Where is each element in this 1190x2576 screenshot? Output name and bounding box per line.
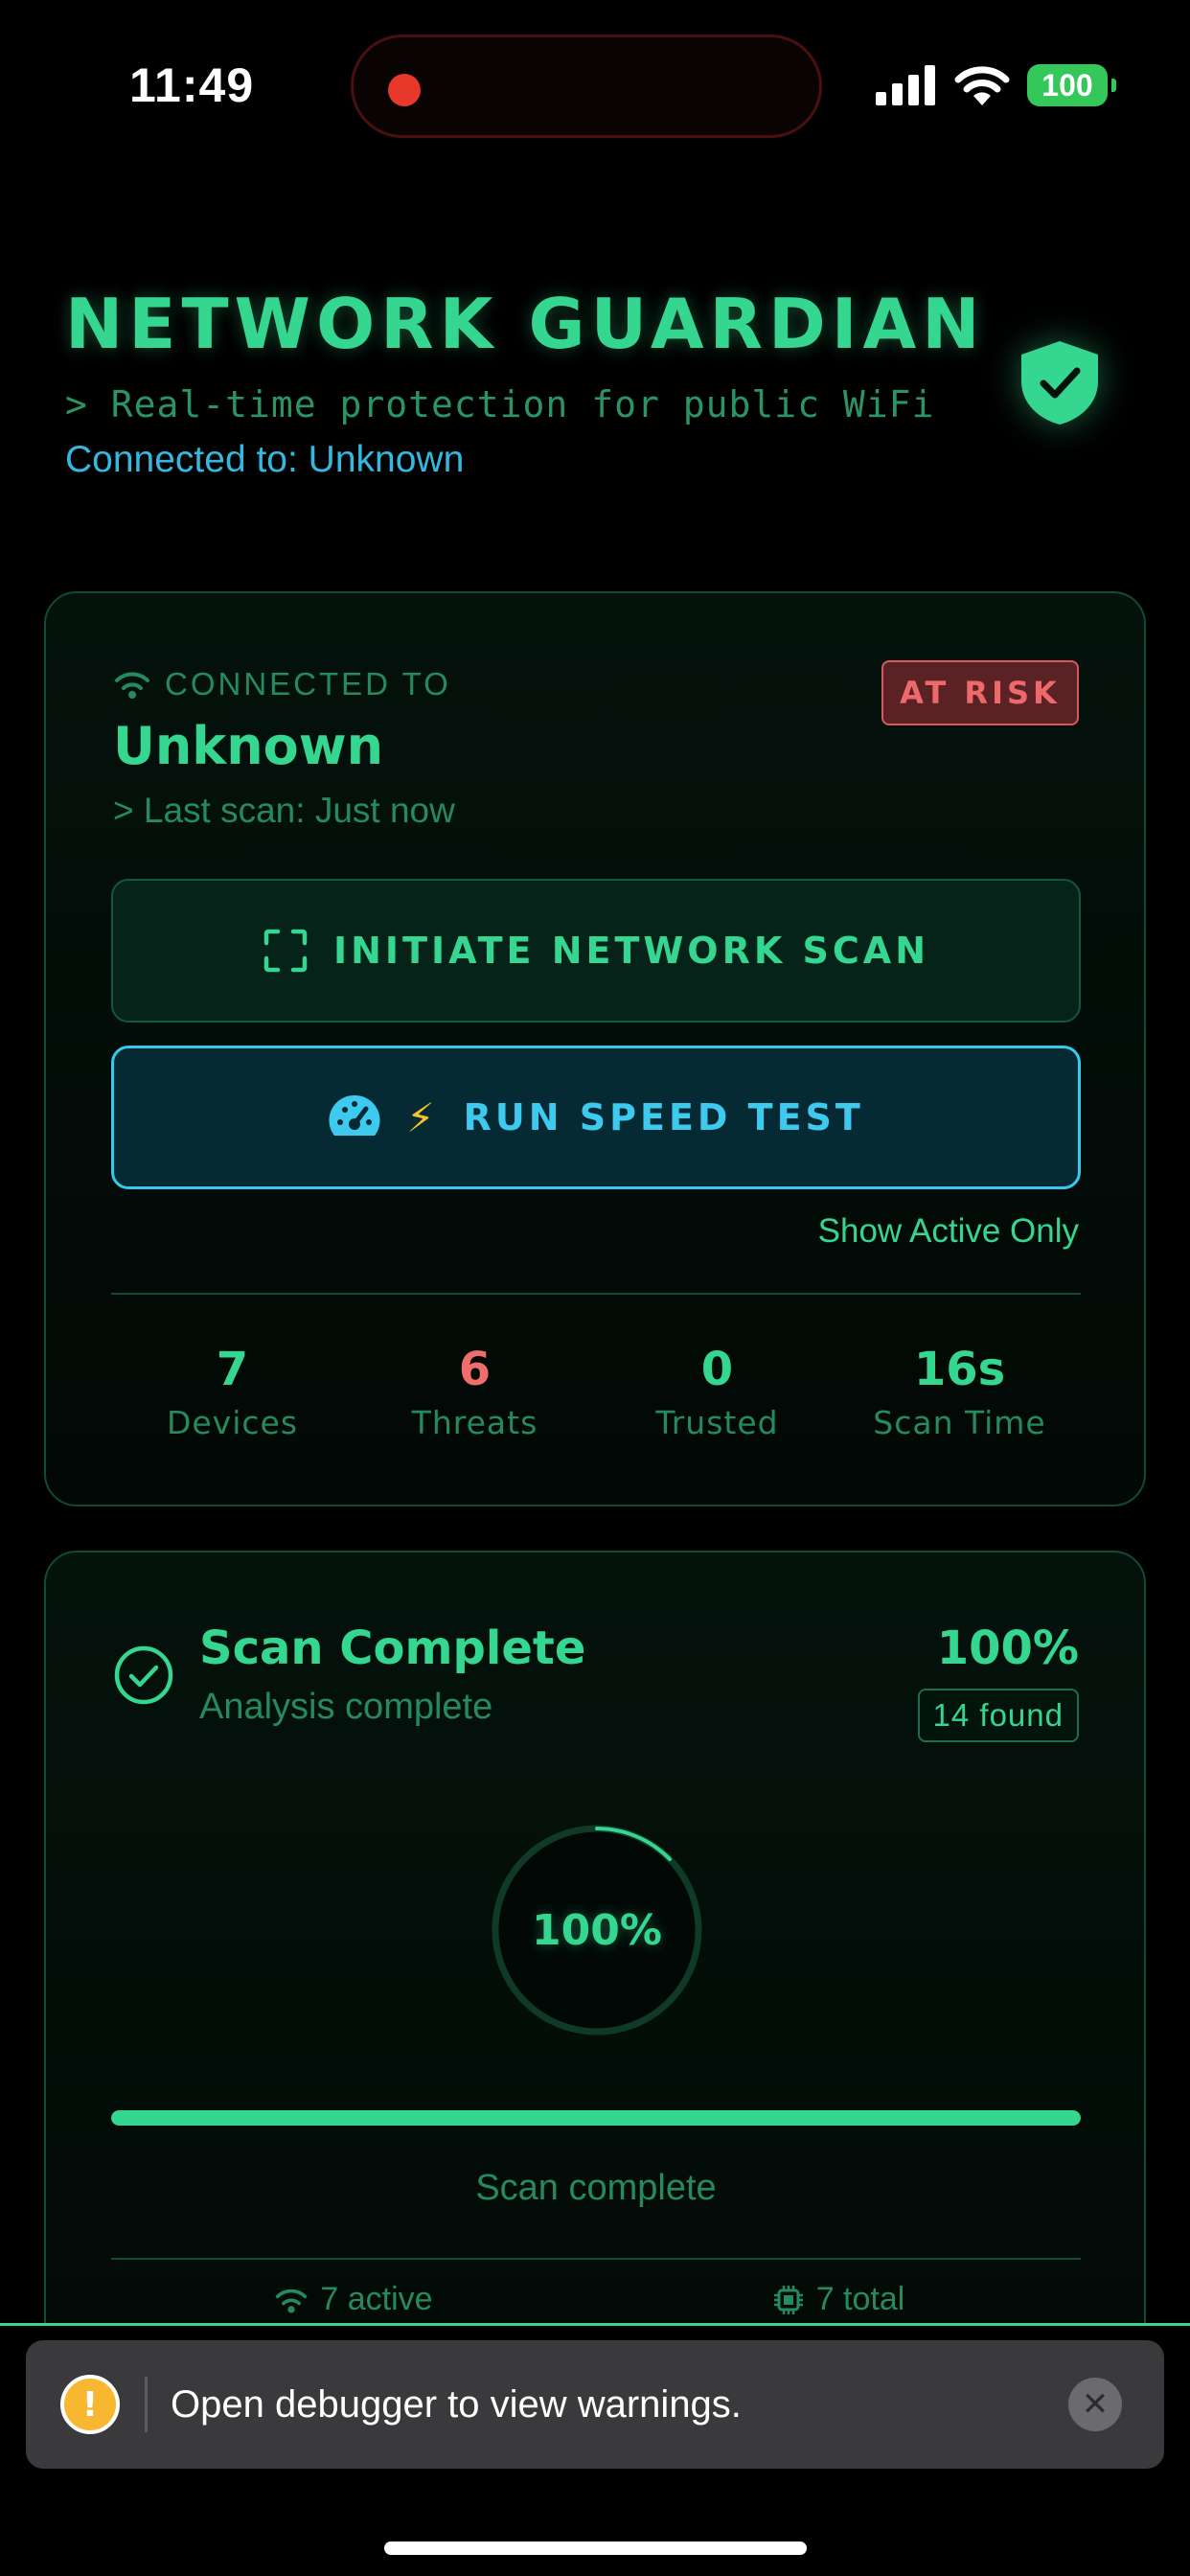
total-devices: 7 total (596, 2281, 1081, 2318)
stat-label: Scan Time (873, 1404, 1046, 1441)
stat-label: Threats (411, 1404, 538, 1441)
toast-message: Open debugger to view warnings. (171, 2382, 742, 2426)
warning-icon: ! (60, 2375, 120, 2434)
scan-footer-stats: 7 active 7 total (111, 2281, 1081, 2318)
app-subtitle: > Real-time protection for public WiFi (65, 383, 935, 426)
total-devices-text: 7 total (815, 2281, 905, 2317)
close-icon[interactable]: ✕ (1068, 2378, 1122, 2431)
chip-icon (773, 2285, 803, 2314)
scan-frame-icon (263, 929, 308, 973)
home-indicator[interactable] (384, 2542, 807, 2555)
lightning-icon: ⚡ (406, 1093, 439, 1141)
stat-value: 0 (700, 1343, 734, 1396)
initiate-scan-label: INITIATE NETWORK SCAN (332, 930, 929, 972)
app-title: NETWORK GUARDIAN (65, 284, 986, 364)
network-status-card: CONNECTED TO Unknown > Last scan: Just n… (44, 591, 1146, 1506)
connected-to-text: CONNECTED TO (165, 666, 451, 702)
wifi-icon (276, 2288, 308, 2312)
progress-ring-label: 100% (532, 1905, 662, 1955)
stat-value: 6 (458, 1343, 492, 1396)
found-count-badge: 14 found (917, 1689, 1079, 1742)
speed-test-button[interactable]: ⚡ RUN SPEED TEST (111, 1046, 1081, 1189)
last-scan-time: > Last scan: Just now (113, 791, 455, 830)
debugger-warning-toast[interactable]: ! Open debugger to view warnings. ✕ (26, 2340, 1164, 2469)
stat-label: Devices (166, 1404, 299, 1441)
battery-level: 100 (1041, 67, 1093, 103)
speed-test-label: RUN SPEED TEST (463, 1096, 864, 1138)
screen: 11:49 100 NETWORK GUARDIAN > Real-time p… (0, 0, 1190, 2576)
scan-status-title: Scan Complete (199, 1622, 586, 1675)
divider (111, 1293, 1081, 1295)
scan-percent: 100% (936, 1622, 1079, 1675)
scan-stats: 7 Devices 6 Threats 0 Trusted 16s Scan T… (111, 1341, 1081, 1441)
stat-trusted: 0 Trusted (596, 1341, 838, 1441)
connected-network-line: Connected to: Unknown (65, 439, 465, 480)
risk-status-badge: AT RISK (881, 660, 1079, 725)
toast-separator (145, 2377, 148, 2432)
progress-bar-fill (111, 2110, 1081, 2126)
status-time: 11:49 (129, 58, 255, 112)
scan-status-subtitle: Analysis complete (199, 1687, 493, 1727)
wifi-icon (954, 66, 1010, 105)
active-devices: 7 active (111, 2281, 596, 2318)
network-name: Unknown (113, 716, 384, 776)
shield-check-icon (1021, 341, 1098, 425)
dynamic-island (351, 34, 822, 138)
stat-label: Trusted (655, 1404, 779, 1441)
divider (111, 2258, 1081, 2260)
check-circle-icon (114, 1645, 173, 1705)
status-icons: 100 (876, 63, 1116, 107)
progress-bar (111, 2110, 1081, 2126)
stat-value: 7 (216, 1343, 249, 1396)
signal-icon (876, 65, 935, 105)
initiate-scan-button[interactable]: INITIATE NETWORK SCAN (111, 879, 1081, 1023)
stat-scan-time: 16s Scan Time (838, 1341, 1081, 1441)
battery-icon: 100 (1027, 64, 1116, 106)
active-devices-text: 7 active (320, 2281, 433, 2317)
stat-devices: 7 Devices (111, 1341, 354, 1441)
stat-threats: 6 Threats (354, 1341, 596, 1441)
stat-value: 16s (913, 1343, 1006, 1396)
progress-status-text: Scan complete (475, 2168, 717, 2208)
wifi-icon (115, 672, 149, 699)
show-active-only-toggle[interactable]: Show Active Only (818, 1212, 1079, 1251)
connected-to-label: CONNECTED TO (113, 666, 451, 702)
recording-indicator-icon (388, 74, 421, 106)
speedometer-icon (329, 1094, 380, 1136)
